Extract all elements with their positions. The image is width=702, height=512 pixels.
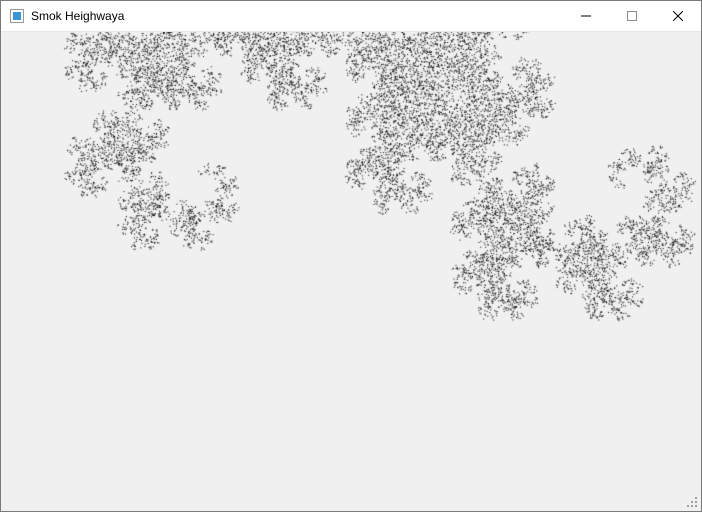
maximize-button xyxy=(609,1,655,31)
minimize-icon xyxy=(581,11,591,21)
size-grip[interactable] xyxy=(685,495,699,509)
application-window: Smok Heighwaya xyxy=(0,0,702,512)
size-grip-icon xyxy=(685,495,699,509)
caption-buttons xyxy=(563,1,701,31)
app-default-icon xyxy=(9,8,25,24)
client-area xyxy=(1,32,701,511)
fractal-canvas xyxy=(1,32,701,511)
close-button[interactable] xyxy=(655,1,701,31)
maximize-icon xyxy=(627,11,637,21)
close-icon xyxy=(673,11,683,21)
minimize-button[interactable] xyxy=(563,1,609,31)
window-title: Smok Heighwaya xyxy=(31,9,124,23)
titlebar[interactable]: Smok Heighwaya xyxy=(1,1,701,32)
